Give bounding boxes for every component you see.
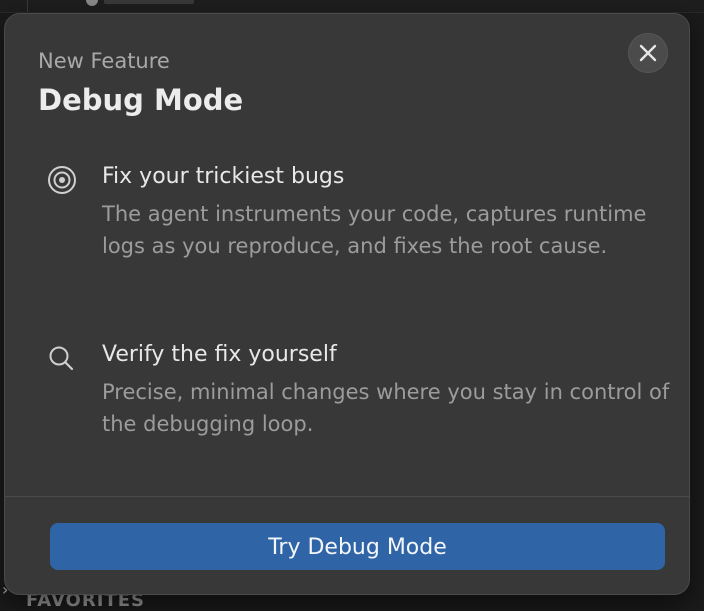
feature-title: Fix your trickiest bugs (102, 164, 345, 189)
feature-description: The agent instruments your code, capture… (102, 202, 647, 258)
target-icon (45, 162, 79, 196)
feature-title: Verify the fix yourself (102, 342, 337, 367)
tree-guide-line (27, 0, 28, 12)
close-button[interactable] (628, 33, 668, 73)
close-icon (639, 44, 657, 62)
search-icon (45, 340, 79, 374)
try-debug-mode-button[interactable]: Try Debug Mode (50, 523, 665, 570)
dialog-title: Debug Mode (38, 83, 244, 117)
file-name-placeholder (104, 0, 194, 4)
dialog-eyebrow: New Feature (38, 49, 170, 73)
dialog-divider (5, 496, 689, 497)
feature-description: Precise, minimal changes where you stay … (102, 380, 670, 436)
feature-announcement-dialog: New Feature Debug Mode Fix your trickies… (4, 13, 690, 595)
